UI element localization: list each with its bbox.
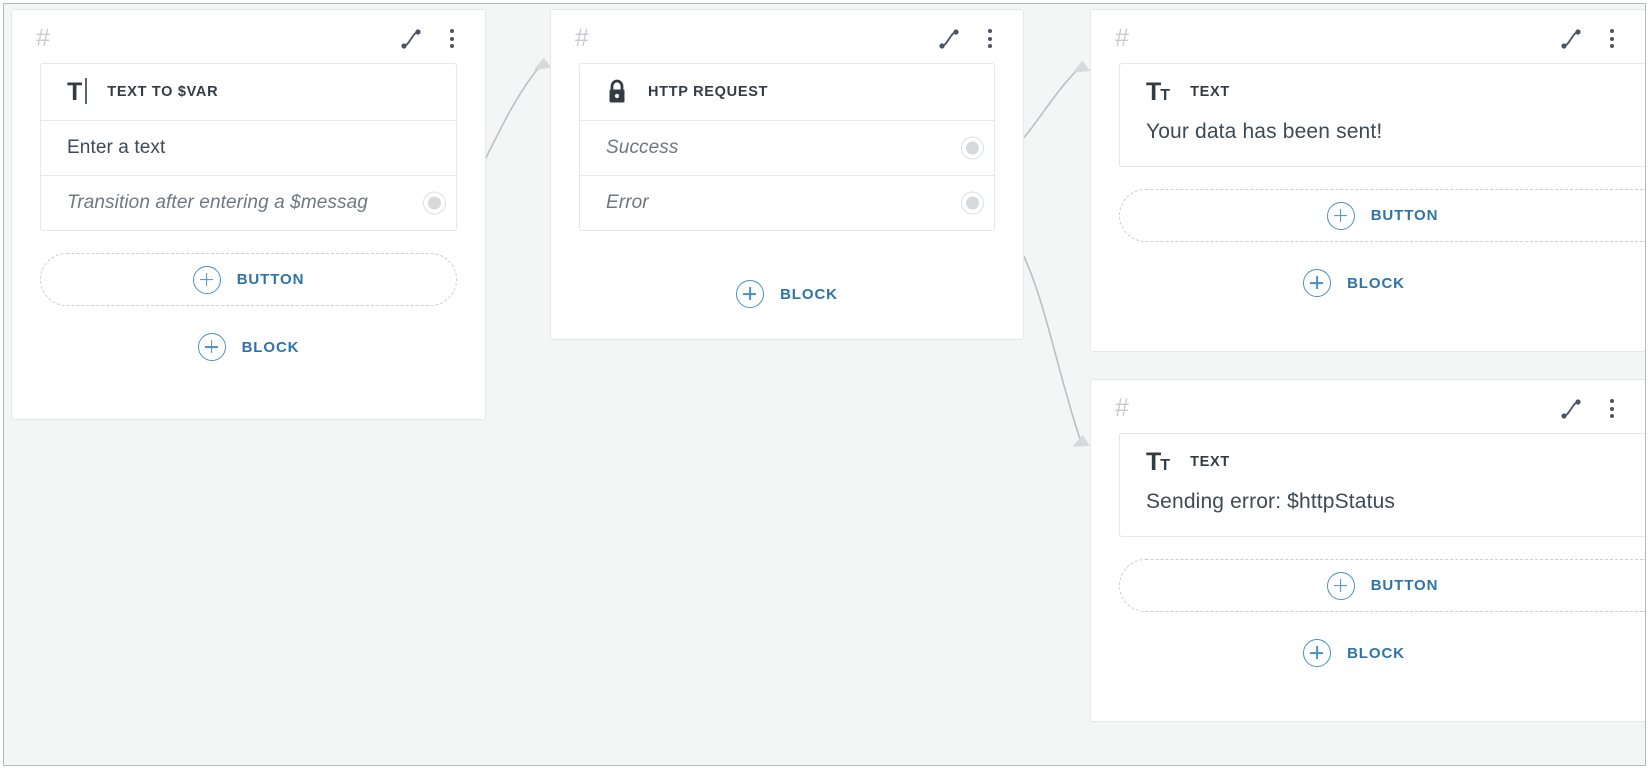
text-cursor-icon: T <box>67 77 88 105</box>
block-card-http-request[interactable]: # HTTP REQUEST Success Error BLOCK <box>550 9 1024 340</box>
card-add-zone: BUTTON BLOCK <box>12 231 485 371</box>
hash-icon[interactable]: # <box>1115 396 1129 421</box>
more-options-icon[interactable] <box>443 29 461 49</box>
card-header: # <box>12 10 485 63</box>
block-type-row: T TEXT TO $VAR <box>41 64 456 120</box>
error-output-row[interactable]: Error <box>580 175 994 230</box>
card-header: # <box>551 10 1023 63</box>
add-block-action[interactable]: BLOCK <box>551 270 1023 318</box>
block-value-text: Enter a text <box>67 137 166 158</box>
error-connector-knob[interactable] <box>961 191 984 215</box>
add-button-pill[interactable]: BUTTON <box>1119 559 1645 612</box>
add-button-label: BUTTON <box>236 271 305 288</box>
hash-icon[interactable]: # <box>575 26 589 51</box>
add-button-pill[interactable]: BUTTON <box>1119 189 1645 242</box>
block-type-label: HTTP REQUEST <box>648 84 769 100</box>
block-type-row: TT TEXT <box>1120 64 1645 120</box>
success-connector-knob[interactable] <box>961 136 984 160</box>
card-add-zone: BUTTON BLOCK <box>1091 167 1645 307</box>
add-block-action[interactable]: BLOCK <box>1091 259 1645 307</box>
success-output-row[interactable]: Success <box>580 120 994 175</box>
block-panel: TT TEXT Your data has been sent! <box>1119 63 1645 167</box>
plus-icon <box>1303 639 1332 667</box>
add-block-label: BLOCK <box>1347 644 1405 662</box>
block-value-row[interactable]: Enter a text <box>41 120 456 175</box>
card-header-actions <box>938 28 999 50</box>
text-format-icon: TT <box>1146 447 1171 476</box>
add-block-label: BLOCK <box>241 338 300 356</box>
plus-icon <box>1303 269 1332 297</box>
more-options-icon[interactable] <box>1603 29 1621 49</box>
block-body-text[interactable]: Sending error: $httpStatus <box>1120 490 1645 536</box>
add-block-label: BLOCK <box>1347 274 1405 292</box>
block-type-label: TEXT <box>1190 454 1230 470</box>
flow-editor-canvas-frame: # T TEXT TO $VAR Enter a text Transition… <box>3 3 1646 766</box>
block-type-label: TEXT <box>1190 84 1230 100</box>
card-add-zone: BUTTON BLOCK <box>1091 537 1645 677</box>
hash-icon[interactable]: # <box>36 26 50 51</box>
add-block-label: BLOCK <box>780 285 838 303</box>
hash-icon[interactable]: # <box>1115 26 1129 51</box>
block-panel: TT TEXT Sending error: $httpStatus <box>1119 433 1645 537</box>
add-button-pill[interactable]: BUTTON <box>40 253 457 306</box>
more-options-icon[interactable] <box>981 29 999 49</box>
block-panel: HTTP REQUEST Success Error <box>579 63 995 231</box>
card-header-actions <box>400 28 461 50</box>
plus-icon <box>192 265 221 294</box>
branch-connector-icon[interactable] <box>938 28 960 50</box>
block-type-row: TT TEXT <box>1120 434 1645 490</box>
branch-connector-icon[interactable] <box>1560 28 1582 50</box>
card-add-zone: BLOCK <box>551 231 1023 318</box>
plus-icon <box>197 333 226 361</box>
transition-placeholder: Transition after entering a $messag <box>67 192 368 213</box>
block-type-row: HTTP REQUEST <box>580 64 994 120</box>
block-type-label: TEXT TO $VAR <box>107 84 219 100</box>
add-block-action[interactable]: BLOCK <box>1091 629 1645 677</box>
card-header: # <box>1091 10 1645 63</box>
branch-connector-icon[interactable] <box>400 28 422 50</box>
text-format-icon: TT <box>1146 77 1171 106</box>
plus-icon <box>1326 201 1355 230</box>
transition-row[interactable]: Transition after entering a $messag <box>41 175 456 230</box>
card-header-actions <box>1560 28 1621 50</box>
block-body-text[interactable]: Your data has been sent! <box>1120 120 1645 166</box>
plus-icon <box>1326 571 1355 600</box>
more-options-icon[interactable] <box>1603 399 1621 419</box>
success-output-label: Success <box>606 137 679 158</box>
add-button-label: BUTTON <box>1370 207 1439 224</box>
add-block-action[interactable]: BLOCK <box>12 323 485 371</box>
error-output-label: Error <box>606 192 649 213</box>
block-card-text-success[interactable]: # TT TEXT Your data has been sent! BUTTO… <box>1090 9 1645 352</box>
block-card-text-error[interactable]: # TT TEXT Sending error: $httpStatus BUT… <box>1090 379 1645 722</box>
block-card-text-to-var[interactable]: # T TEXT TO $VAR Enter a text Transition… <box>11 9 486 420</box>
plus-icon <box>736 280 765 308</box>
block-panel: T TEXT TO $VAR Enter a text Transition a… <box>40 63 457 231</box>
lock-icon <box>606 79 628 105</box>
add-button-label: BUTTON <box>1370 577 1439 594</box>
transition-connector-knob[interactable] <box>423 191 446 215</box>
card-header-actions <box>1560 398 1621 420</box>
branch-connector-icon[interactable] <box>1560 398 1582 420</box>
card-header: # <box>1091 380 1645 433</box>
